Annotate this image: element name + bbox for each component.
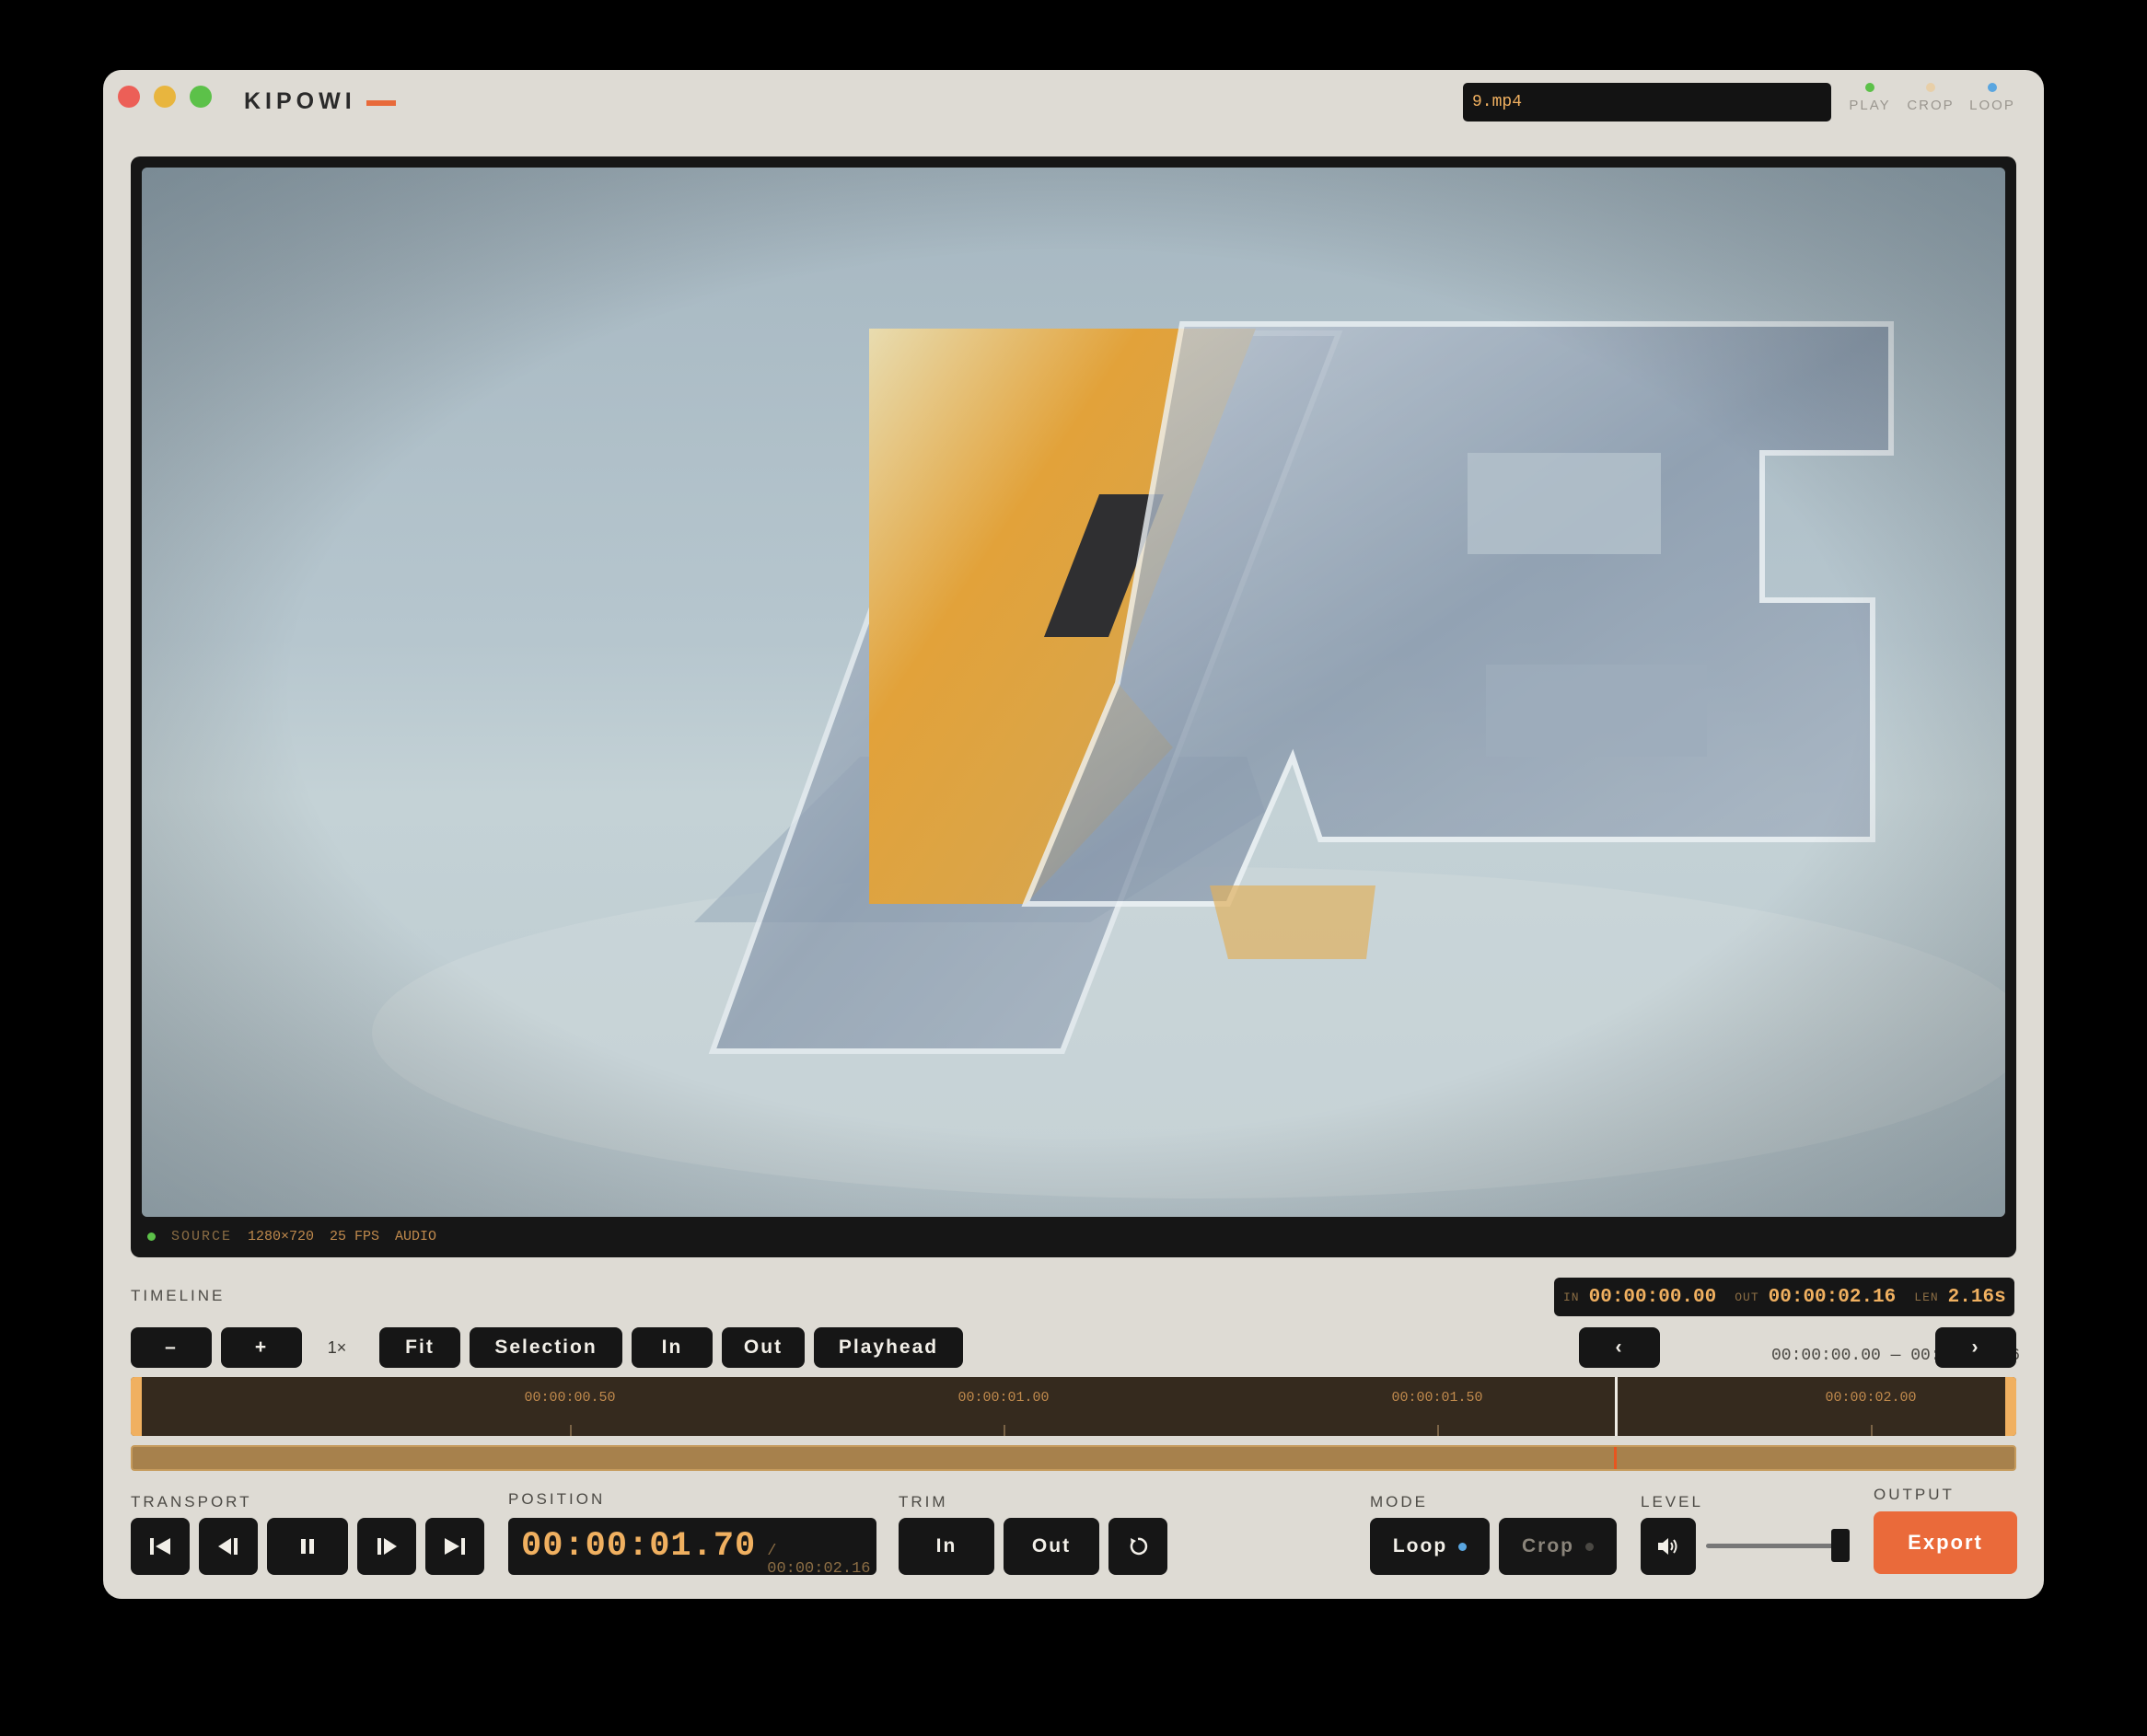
loop-mode-button[interactable]: Loop	[1370, 1518, 1490, 1575]
in-handle[interactable]	[131, 1377, 142, 1436]
tick-label: 00:00:02.00	[1825, 1390, 1917, 1406]
current-time: 00:00:01.70	[521, 1527, 757, 1566]
export-button[interactable]: Export	[1874, 1511, 2017, 1574]
output-label: OUTPUT	[1874, 1486, 1955, 1503]
minimize-window-button[interactable]	[154, 86, 176, 108]
tick-label: 00:00:00.50	[524, 1390, 616, 1406]
pause-button[interactable]	[267, 1518, 348, 1575]
volume-icon	[1658, 1538, 1677, 1555]
loop-status-dot-icon	[1988, 83, 1997, 92]
trim-label: TRIM	[899, 1493, 948, 1510]
skip-start-icon	[150, 1538, 170, 1555]
level-label: LEVEL	[1641, 1493, 1703, 1510]
loop-mode-label: Loop	[1392, 1535, 1448, 1557]
mute-button[interactable]	[1641, 1518, 1696, 1575]
fit-button[interactable]: Fit	[379, 1327, 460, 1368]
tick-label: 00:00:01.00	[957, 1390, 1050, 1406]
zoom-out-button[interactable]: –	[131, 1327, 212, 1368]
position-display[interactable]: 00:00:01.70 / 00:00:02.16	[508, 1518, 876, 1578]
source-status-bar: SOURCE 1280×720 25 FPS AUDIO	[147, 1226, 436, 1246]
zoom-level: 1×	[327, 1338, 347, 1357]
zoom-in-point-button[interactable]: In	[632, 1327, 713, 1368]
reset-icon	[1130, 1537, 1148, 1556]
crop-status-dot-icon	[1926, 83, 1935, 92]
source-audio: AUDIO	[395, 1228, 437, 1244]
reset-trim-button[interactable]	[1108, 1518, 1167, 1575]
play-status-dot-icon	[1865, 83, 1874, 92]
indicator-loop: LOOP	[1965, 83, 2020, 113]
video-viewer[interactable]: SOURCE 1280×720 25 FPS AUDIO	[131, 156, 2016, 1257]
skip-end-icon	[445, 1538, 465, 1555]
trim-out-button[interactable]: Out	[1004, 1518, 1099, 1575]
length-key: LEN	[1914, 1290, 1939, 1304]
volume-slider-knob[interactable]	[1831, 1529, 1850, 1562]
file-name-field[interactable]: 9.mp4	[1463, 83, 1831, 122]
step-back-icon	[218, 1538, 238, 1555]
tick-mark	[1871, 1425, 1873, 1436]
track-playhead-marker[interactable]	[1613, 1447, 1617, 1469]
source-fps: 25 FPS	[330, 1228, 380, 1244]
scroll-left-button[interactable]: ‹	[1579, 1327, 1660, 1368]
zoom-selection-button[interactable]: Selection	[470, 1327, 622, 1368]
transport-label: TRANSPORT	[131, 1493, 252, 1510]
in-value: 00:00:00.00	[1588, 1286, 1717, 1308]
pause-icon	[301, 1539, 314, 1554]
out-key: OUT	[1735, 1290, 1759, 1304]
app-window: KIPOWI 9.mp4 PLAY CROP LOOP SOURCE 1280×…	[103, 70, 2044, 1599]
loop-active-dot-icon	[1458, 1542, 1468, 1551]
playhead[interactable]	[1614, 1377, 1618, 1436]
in-key: IN	[1563, 1290, 1580, 1304]
tick-mark	[570, 1425, 572, 1436]
indicator-play: PLAY	[1842, 83, 1897, 113]
zoom-out-point-button[interactable]: Out	[722, 1327, 805, 1368]
tick-mark	[1004, 1425, 1005, 1436]
total-time: / 00:00:02.16	[767, 1543, 871, 1578]
tick-label: 00:00:01.50	[1391, 1390, 1483, 1406]
close-window-button[interactable]	[118, 86, 140, 108]
mode-label: MODE	[1370, 1493, 1428, 1510]
crop-mode-button[interactable]: Crop	[1499, 1518, 1617, 1575]
zoom-in-button[interactable]: +	[221, 1327, 302, 1368]
go-to-start-button[interactable]	[131, 1518, 190, 1575]
out-handle[interactable]	[2005, 1377, 2016, 1436]
app-name: KIPOWI	[244, 88, 356, 114]
in-out-length-readout: IN 00:00:00.00 OUT 00:00:02.16 LEN 2.16s	[1554, 1278, 2014, 1316]
crop-inactive-dot-icon	[1585, 1542, 1594, 1551]
length-value: 2.16s	[1947, 1286, 2006, 1308]
volume-slider[interactable]	[1706, 1529, 1850, 1562]
zoom-window-button[interactable]	[190, 86, 212, 108]
zoom-playhead-button[interactable]: Playhead	[814, 1327, 963, 1368]
out-value: 00:00:02.16	[1768, 1286, 1897, 1308]
scroll-right-button[interactable]: ›	[1935, 1327, 2016, 1368]
step-forward-icon	[377, 1538, 397, 1555]
brand-mark-icon	[366, 100, 396, 106]
trim-in-button[interactable]: In	[899, 1518, 994, 1575]
source-resolution: 1280×720	[248, 1228, 315, 1244]
timeline-label: TIMELINE	[131, 1287, 226, 1304]
step-back-button[interactable]	[199, 1518, 258, 1575]
source-status-dot-icon	[147, 1232, 156, 1241]
position-label: POSITION	[508, 1490, 606, 1508]
indicator-crop: CROP	[1903, 83, 1958, 113]
trim-range-track[interactable]	[131, 1445, 2016, 1471]
go-to-end-button[interactable]	[425, 1518, 484, 1575]
step-forward-button[interactable]	[357, 1518, 416, 1575]
source-label: SOURCE	[171, 1228, 233, 1244]
tick-mark	[1437, 1425, 1439, 1436]
video-frame-image	[142, 168, 2005, 1217]
video-frame[interactable]	[142, 168, 2005, 1217]
timeline-ruler[interactable]: 00:00:00.50 00:00:01.00 00:00:01.50 00:0…	[131, 1377, 2016, 1436]
crop-mode-label: Crop	[1522, 1535, 1574, 1557]
